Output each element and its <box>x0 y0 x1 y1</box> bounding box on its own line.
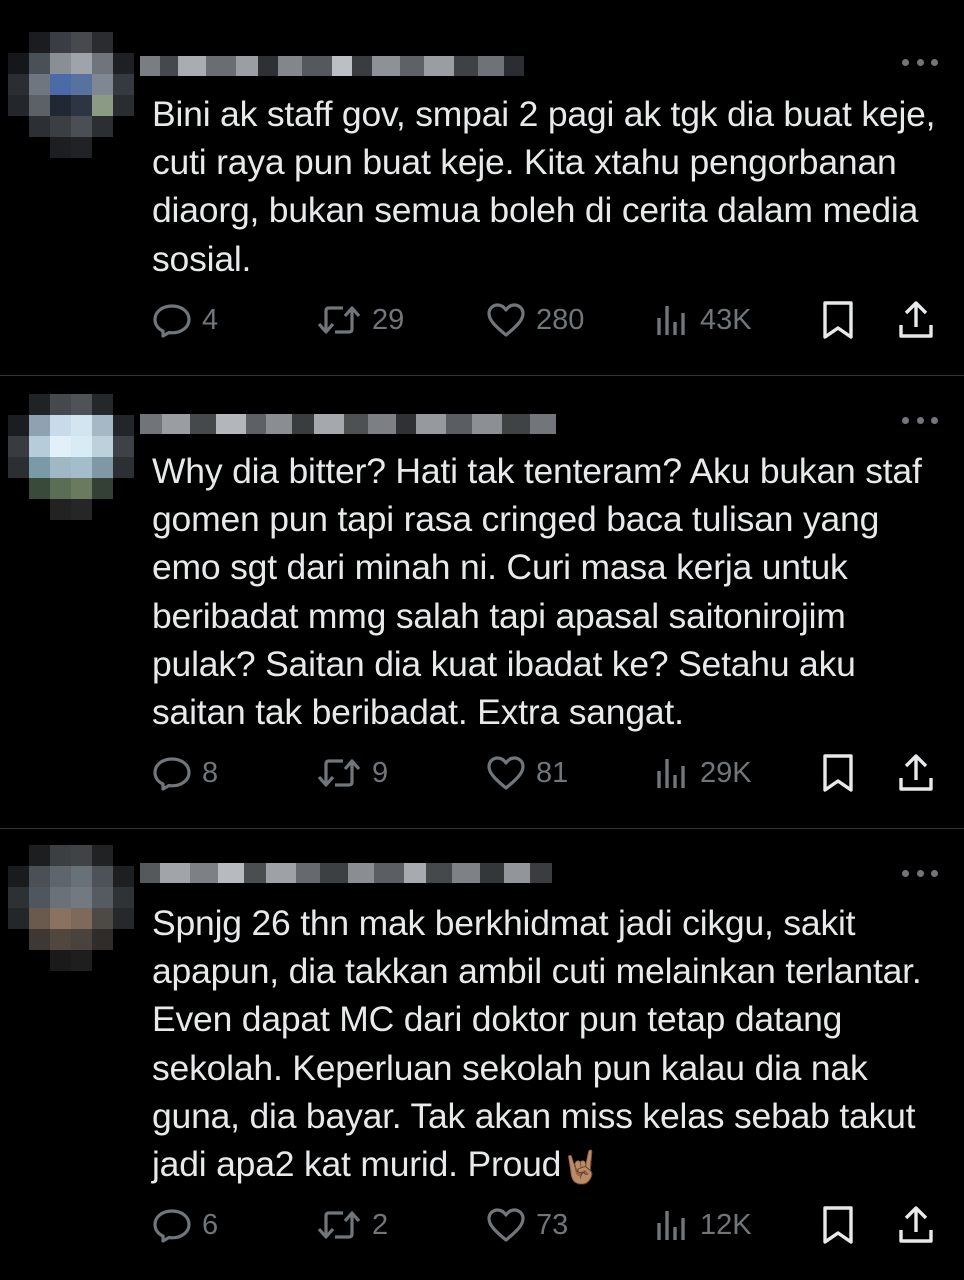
avatar[interactable] <box>8 394 134 520</box>
views-button[interactable]: 29K <box>654 751 752 795</box>
reply-button[interactable]: 6 <box>152 1203 218 1247</box>
repost-button[interactable]: 2 <box>316 1203 388 1247</box>
author-name-redacted[interactable] <box>140 52 524 80</box>
repost-icon <box>317 759 361 787</box>
reply-icon <box>153 1209 191 1243</box>
tweet-actions: 4 29 280 43K <box>152 298 942 342</box>
more-icon[interactable] <box>902 57 938 67</box>
share-icon <box>899 301 933 338</box>
like-button[interactable]: 81 <box>486 751 568 795</box>
views-icon <box>657 759 685 788</box>
bookmark-button[interactable] <box>820 298 856 342</box>
avatar[interactable] <box>8 845 134 971</box>
share-icon <box>899 1206 933 1243</box>
reply-count: 8 <box>202 756 219 789</box>
reply-icon <box>153 304 191 338</box>
repost-icon <box>317 1211 361 1239</box>
bookmark-button[interactable] <box>820 751 856 795</box>
views-count: 43K <box>700 303 752 336</box>
views-icon <box>657 1211 685 1240</box>
reply-button[interactable]: 8 <box>152 751 218 795</box>
bookmark-icon <box>823 301 853 339</box>
views-count: 29K <box>700 756 752 789</box>
share-button[interactable] <box>896 1203 936 1247</box>
tweet-text: Bini ak staff gov, smpai 2 pagi ak tgk d… <box>152 94 936 279</box>
share-button[interactable] <box>896 751 936 795</box>
tweet-actions: 6 2 73 12K <box>152 1203 942 1247</box>
tweet-text: Why dia bitter? Hati tak tenteram? Aku b… <box>152 451 922 733</box>
reply-count: 6 <box>202 1208 219 1241</box>
author-name-redacted[interactable] <box>140 859 552 887</box>
views-button[interactable]: 12K <box>654 1203 752 1247</box>
tweet[interactable]: Why dia bitter? Hati tak tenteram? Aku b… <box>0 376 964 828</box>
tweet-actions: 8 9 81 29K <box>152 751 942 795</box>
repost-count: 2 <box>372 1208 389 1241</box>
tweet[interactable]: Spnjg 26 thn mak berkhidmat jadi cikgu, … <box>0 829 964 1280</box>
author-name-redacted[interactable] <box>140 410 556 438</box>
heart-icon <box>487 303 525 337</box>
bookmark-button[interactable] <box>820 1203 856 1247</box>
tweet-text: Spnjg 26 thn mak berkhidmat jadi cikgu, … <box>152 899 942 1191</box>
heart-icon <box>487 756 525 790</box>
more-icon[interactable] <box>902 415 938 425</box>
views-button[interactable]: 43K <box>654 298 752 342</box>
repost-icon <box>317 306 361 334</box>
bookmark-icon <box>823 1206 853 1244</box>
tweet[interactable]: Bini ak staff gov, smpai 2 pagi ak tgk d… <box>0 0 964 375</box>
reply-icon <box>153 757 191 791</box>
like-count: 73 <box>536 1208 569 1241</box>
share-button[interactable] <box>896 298 936 342</box>
tweet-text-body: Spnjg 26 thn mak berkhidmat jadi cikgu, … <box>152 903 922 1185</box>
repost-button[interactable]: 29 <box>316 298 404 342</box>
repost-count: 29 <box>372 303 405 336</box>
reply-count: 4 <box>202 303 219 336</box>
repost-button[interactable]: 9 <box>316 751 388 795</box>
heart-icon <box>487 1208 525 1242</box>
views-icon <box>657 306 685 335</box>
like-count: 81 <box>536 756 569 789</box>
bookmark-icon <box>823 754 853 792</box>
repost-count: 9 <box>372 756 389 789</box>
share-icon <box>899 754 933 791</box>
rock-on-emoji: 🤘🏽 <box>561 1149 601 1186</box>
like-button[interactable]: 73 <box>486 1203 568 1247</box>
views-count: 12K <box>700 1208 752 1241</box>
like-button[interactable]: 280 <box>486 298 584 342</box>
more-icon[interactable] <box>902 868 938 878</box>
reply-button[interactable]: 4 <box>152 298 218 342</box>
avatar[interactable] <box>8 32 134 158</box>
like-count: 280 <box>536 303 585 336</box>
